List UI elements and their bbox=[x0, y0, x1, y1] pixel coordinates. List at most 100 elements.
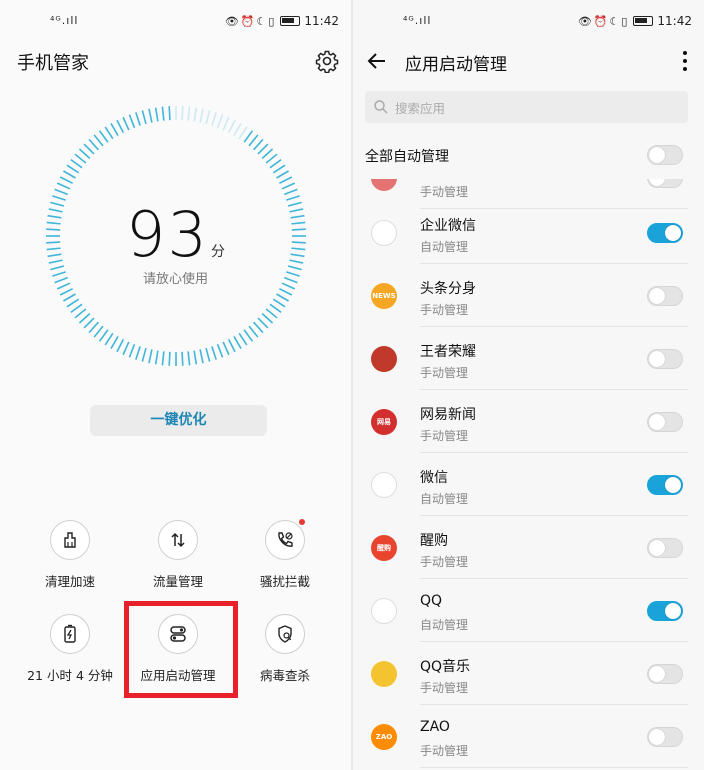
dial-tick bbox=[187, 106, 191, 121]
dial-tick bbox=[205, 110, 211, 125]
dial-tick bbox=[227, 338, 236, 353]
search-input[interactable]: 搜索应用 bbox=[365, 91, 688, 123]
app-toggle[interactable] bbox=[647, 664, 683, 684]
dial-tick bbox=[148, 108, 153, 123]
dial-tick bbox=[83, 317, 95, 329]
tool-harass[interactable]: 骚扰拦截 bbox=[230, 519, 340, 590]
dial-tick bbox=[253, 138, 264, 151]
dial-tick bbox=[116, 338, 125, 353]
app-toggle[interactable] bbox=[647, 179, 683, 188]
status-bar: ⁴ᴳ.ıll 👁⏰☾▯ 11:42 bbox=[353, 0, 704, 44]
app-mode: 自动管理 bbox=[420, 618, 469, 632]
news-icon: NEWS bbox=[371, 283, 397, 309]
dial-tick bbox=[59, 287, 74, 296]
app-toggle[interactable] bbox=[647, 349, 683, 369]
list-item: 醒购 醒购 手动管理 bbox=[353, 516, 704, 579]
app-toggle[interactable] bbox=[647, 538, 683, 558]
dial-tick bbox=[276, 170, 289, 179]
signal-indicator: ⁴ᴳ.ıll bbox=[403, 14, 432, 27]
optimize-button[interactable]: 一键优化 bbox=[90, 405, 267, 436]
all-auto-manage-toggle[interactable] bbox=[647, 145, 683, 165]
netease-news-icon: 网易 bbox=[371, 409, 397, 435]
dial-tick bbox=[98, 130, 109, 143]
dial-tick bbox=[168, 351, 171, 366]
score-unit: 分 bbox=[210, 244, 225, 260]
dial-tick bbox=[78, 313, 91, 324]
dial-tick bbox=[272, 164, 286, 174]
all-auto-manage-label: 全部自动管理 bbox=[365, 149, 449, 165]
dial-tick bbox=[269, 158, 282, 169]
dial-tick bbox=[104, 126, 114, 140]
app-mode: 手动管理 bbox=[420, 744, 469, 758]
app-name: 头条分身 bbox=[420, 281, 476, 297]
dial-tick bbox=[78, 148, 91, 159]
xinggou-icon: 醒购 bbox=[371, 535, 397, 561]
dial-tick bbox=[141, 110, 147, 125]
search-icon bbox=[374, 100, 388, 114]
dial-tick bbox=[216, 114, 224, 128]
search-placeholder: 搜索应用 bbox=[395, 101, 446, 116]
dial-tick bbox=[66, 298, 80, 308]
dial-tick bbox=[93, 325, 104, 338]
score-display: 93 分 bbox=[0, 198, 351, 271]
app-name: QQ bbox=[420, 593, 443, 609]
shield-search-icon bbox=[265, 614, 305, 654]
battery-icon bbox=[50, 614, 90, 654]
battery-icon bbox=[633, 16, 654, 26]
dial-tick bbox=[193, 107, 198, 122]
app-toggle[interactable] bbox=[647, 475, 683, 495]
app-launch-screen: ⁴ᴳ.ıll 👁⏰☾▯ 11:42 应用启动管理 搜索应用 全部自动管理 手动管… bbox=[353, 0, 704, 770]
tool-virus-scan[interactable]: 病毒查杀 bbox=[230, 614, 340, 684]
tool-data[interactable]: 流量管理 bbox=[123, 520, 233, 590]
tool-battery[interactable]: 21 小时 4 分钟 bbox=[15, 614, 125, 684]
more-options-icon[interactable] bbox=[682, 50, 688, 72]
dial-tick bbox=[199, 108, 204, 123]
dial-tick bbox=[284, 188, 298, 196]
phone-block-icon bbox=[265, 519, 305, 560]
app-icon-text: ZAO bbox=[375, 733, 393, 741]
app-icon-text: 醒购 bbox=[377, 544, 391, 552]
dial-tick bbox=[88, 138, 99, 151]
app-mode: 手动管理 bbox=[420, 185, 469, 199]
dial-tick bbox=[148, 349, 153, 364]
gear-icon[interactable] bbox=[315, 49, 339, 73]
app-toggle[interactable] bbox=[647, 286, 683, 306]
app-toggle[interactable] bbox=[647, 727, 683, 747]
dial-tick bbox=[211, 346, 217, 360]
app-mode: 手动管理 bbox=[420, 429, 469, 443]
dial-tick bbox=[233, 123, 242, 136]
dial-tick bbox=[168, 106, 171, 121]
wecom-icon bbox=[371, 220, 397, 246]
dial-tick bbox=[161, 351, 165, 366]
tool-label: 21 小时 4 分钟 bbox=[27, 668, 113, 683]
tool-label: 流量管理 bbox=[152, 574, 203, 589]
data-arrows-icon bbox=[158, 520, 198, 560]
dial-tick bbox=[135, 346, 141, 360]
app-toggle[interactable] bbox=[647, 412, 683, 432]
dial-tick bbox=[193, 350, 198, 365]
dial-tick bbox=[248, 134, 259, 147]
list-item: 网易 网易新闻 手动管理 bbox=[353, 390, 704, 453]
clock: 11:42 bbox=[304, 14, 339, 28]
app-toggle[interactable] bbox=[647, 601, 683, 621]
tool-label: 清理加速 bbox=[44, 574, 95, 589]
list-item: NEWS 头条分身 手动管理 bbox=[353, 264, 704, 327]
dial-tick bbox=[181, 351, 184, 366]
tool-cleanup[interactable]: 清理加速 bbox=[15, 520, 125, 590]
app-mode: 手动管理 bbox=[420, 366, 469, 380]
app-toggle[interactable] bbox=[647, 223, 683, 243]
back-arrow-icon[interactable] bbox=[365, 49, 389, 73]
dial-tick bbox=[265, 153, 278, 164]
app-list: 手动管理 企业微信 自动管理 NEWS 头条分身 手动管理 王者荣耀 手动管理 网易 网易新闻手… bbox=[353, 179, 704, 770]
honor-of-kings-icon bbox=[371, 346, 397, 372]
dial-tick bbox=[269, 303, 282, 314]
dial-tick bbox=[128, 114, 136, 128]
dial-tick bbox=[187, 351, 191, 366]
dial-tick bbox=[272, 298, 286, 308]
list-item: QQ音乐 手动管理 bbox=[353, 642, 704, 705]
page-title: 应用启动管理 bbox=[405, 55, 507, 75]
dial-tick bbox=[199, 349, 204, 364]
dial-tick bbox=[216, 344, 224, 358]
dial-tick bbox=[116, 119, 125, 134]
dial-tick bbox=[261, 313, 274, 324]
